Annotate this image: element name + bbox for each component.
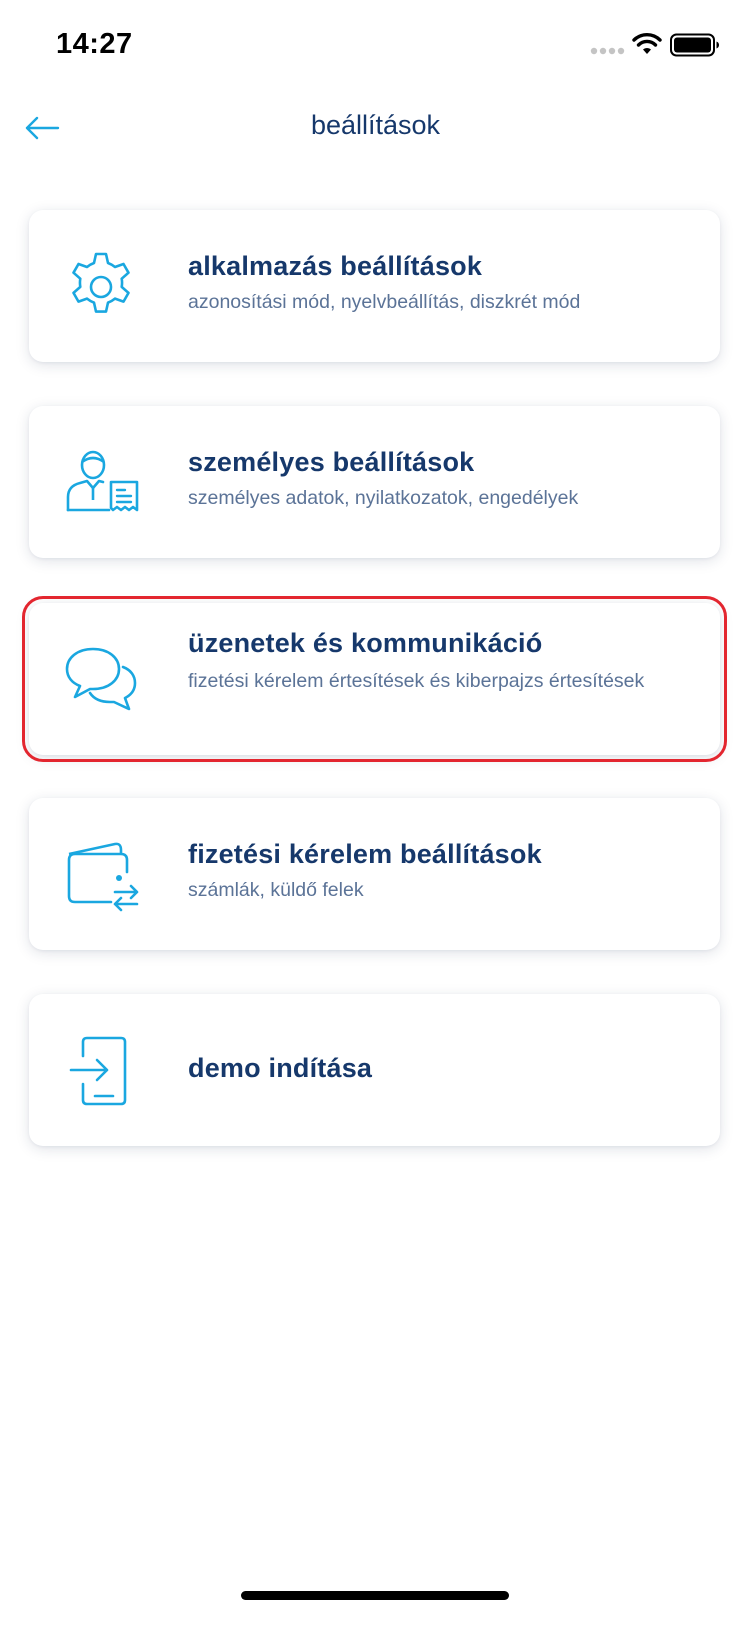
card-subtitle: személyes adatok, nyilatkozatok, engedél… [188, 487, 579, 509]
gear-icon [72, 252, 130, 313]
status-time: 14:27 [56, 28, 133, 60]
status-bar: 14:27 [0, 0, 751, 92]
header: beállítások [0, 92, 751, 162]
page-title: beállítások [310, 110, 441, 140]
card-text: demo indítása [188, 1052, 696, 1084]
card-app-settings[interactable]: alkalmazás beállítások azonosítási mód, … [29, 210, 720, 362]
phone-enter-icon [69, 1036, 127, 1106]
card-title: demo indítása [188, 1053, 373, 1083]
card-subtitle: számlák, küldő felek [188, 879, 364, 901]
home-indicator [241, 1591, 509, 1600]
card-text: fizetési kérelem beállítások számlák, kü… [188, 838, 696, 903]
cellular-signal-icon [590, 47, 625, 55]
card-subtitle: azonosítási mód, nyelvbeállítás, diszkré… [188, 291, 581, 313]
card-text: személyes beállítások személyes adatok, … [188, 446, 696, 511]
wallet-transfer-icon [67, 842, 139, 912]
person-document-icon [66, 450, 139, 512]
card-title: üzenetek és kommunikáció [188, 628, 543, 658]
card-personal-settings[interactable]: személyes beállítások személyes adatok, … [29, 406, 720, 558]
card-title: fizetési kérelem beállítások [188, 839, 542, 869]
card-subtitle: fizetési kérelem értesítések és kiberpaj… [188, 670, 645, 692]
settings-screen: 14:27 beállítások alkalmazás beállítások… [0, 0, 751, 1625]
card-start-demo[interactable]: demo indítása [29, 994, 720, 1146]
chat-bubbles-icon [65, 647, 137, 711]
battery-icon [670, 33, 719, 57]
card-text: alkalmazás beállítások azonosítási mód, … [188, 250, 696, 315]
card-messages-communication[interactable]: üzenetek és kommunikáció fizetési kérele… [22, 596, 727, 762]
wifi-icon [632, 33, 662, 54]
card-title: személyes beállítások [188, 447, 475, 477]
card-text: üzenetek és kommunikáció fizetési kérele… [188, 627, 696, 694]
card-payment-request-settings[interactable]: fizetési kérelem beállítások számlák, kü… [29, 798, 720, 950]
card-title: alkalmazás beállítások [188, 251, 483, 281]
